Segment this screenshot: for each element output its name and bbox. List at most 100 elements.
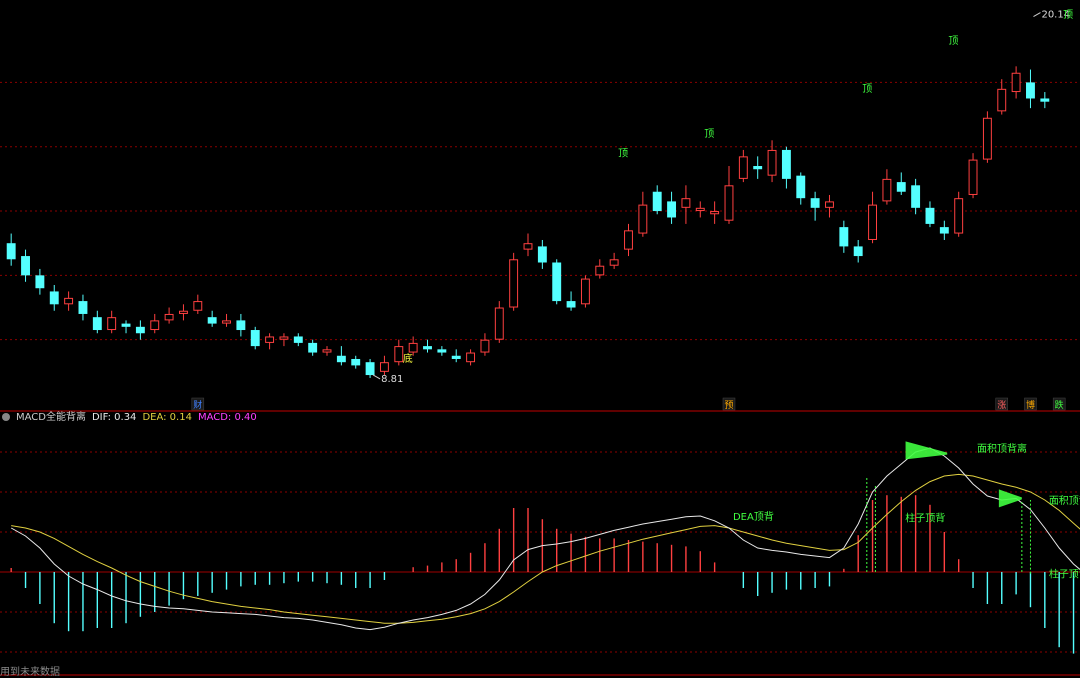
candle-body bbox=[667, 201, 677, 218]
candle-body bbox=[523, 243, 533, 250]
event-label: 涨 bbox=[997, 400, 1006, 411]
candle-body bbox=[49, 291, 59, 305]
candle-body bbox=[982, 117, 992, 160]
top-signal-label: 顶 bbox=[862, 83, 872, 95]
candle-body bbox=[64, 297, 74, 305]
top-signal-label: 顶 bbox=[618, 147, 628, 159]
candle-body bbox=[408, 342, 418, 353]
candle-body bbox=[939, 227, 949, 234]
event-label: 博 bbox=[1026, 399, 1035, 411]
candle-body bbox=[179, 310, 188, 314]
divergence-label: DEA顶背 bbox=[733, 510, 774, 523]
footer-note: 用到未来数据 bbox=[0, 667, 60, 678]
candle-body bbox=[753, 166, 763, 170]
divergence-label: 面积顶背离 bbox=[1049, 494, 1080, 507]
candle-body bbox=[207, 317, 217, 324]
candle-body bbox=[509, 259, 519, 308]
candle-body bbox=[121, 323, 131, 327]
event-label: 财 bbox=[193, 399, 202, 411]
candle-body bbox=[537, 246, 547, 263]
top-signal-label: 顶 bbox=[948, 35, 958, 47]
candle-body bbox=[911, 185, 921, 208]
candle-body bbox=[781, 149, 791, 179]
candle-body bbox=[35, 275, 45, 289]
divergence-label: 柱子顶背 bbox=[1049, 568, 1080, 581]
candle-body bbox=[222, 320, 231, 324]
dif-value: DIF: 0.34 bbox=[91, 412, 137, 423]
candle-body bbox=[954, 198, 964, 234]
candle-body bbox=[810, 198, 820, 208]
candles bbox=[6, 66, 1050, 378]
top-signal-label: 顶 bbox=[704, 128, 714, 140]
candle-body bbox=[293, 336, 303, 343]
candle-body bbox=[279, 336, 289, 340]
candle-body bbox=[1011, 72, 1021, 93]
candle-body bbox=[394, 346, 404, 363]
candle-body bbox=[135, 326, 145, 334]
candle-body bbox=[896, 182, 906, 192]
candle-body bbox=[21, 256, 30, 276]
candle-body bbox=[825, 201, 834, 208]
candle-body bbox=[997, 88, 1007, 112]
candle-body bbox=[624, 230, 633, 250]
candle-body bbox=[796, 175, 806, 199]
candle-body bbox=[365, 362, 375, 376]
candle-body bbox=[609, 259, 619, 266]
candle-body bbox=[451, 355, 461, 359]
low-marker-line bbox=[372, 374, 381, 380]
candle-body bbox=[494, 307, 504, 340]
candle-body bbox=[552, 262, 562, 302]
candle-body bbox=[638, 204, 648, 234]
candle-body bbox=[6, 243, 16, 260]
candle-body bbox=[437, 349, 447, 353]
divergence-label: 面积顶背离 bbox=[977, 442, 1027, 455]
candle-body bbox=[92, 317, 102, 331]
candle-body bbox=[1040, 98, 1050, 102]
candle-body bbox=[265, 336, 275, 343]
event-label: 跌 bbox=[1055, 400, 1064, 411]
candle-body bbox=[724, 185, 734, 221]
candle-body bbox=[710, 211, 720, 215]
macd-value: MACD: 0.40 bbox=[197, 412, 257, 423]
top-signal-label: 顶 bbox=[1063, 9, 1073, 21]
price-grid bbox=[0, 81, 1080, 341]
candle-body bbox=[107, 317, 117, 331]
candle-body bbox=[480, 339, 490, 353]
candle-body bbox=[968, 159, 978, 195]
stock-chart[interactable]: 20.148.81底顶顶顶顶顶财预涨博跌DEA顶背柱子顶背面积顶背离面积顶背离柱… bbox=[0, 0, 1080, 677]
candle-body bbox=[580, 278, 590, 305]
candle-body bbox=[236, 320, 246, 331]
candle-body bbox=[652, 191, 662, 212]
candle-body bbox=[839, 227, 849, 247]
macd-grid bbox=[0, 451, 1080, 653]
macd-legend: MACD全能背离 DIF: 0.34 DEA: 0.14 MACD: 0.40 bbox=[0, 411, 263, 425]
divergence-marker bbox=[905, 441, 948, 460]
candle-body bbox=[681, 198, 691, 208]
candle-body bbox=[925, 207, 935, 224]
candle-body bbox=[853, 246, 863, 257]
low-price-label: 8.81 bbox=[381, 374, 403, 385]
candle-body bbox=[738, 156, 748, 179]
candle-body bbox=[150, 320, 160, 331]
candle-body bbox=[250, 330, 260, 347]
indicator-name[interactable]: MACD全能背离 bbox=[16, 412, 86, 423]
event-label: 预 bbox=[724, 400, 733, 411]
candle-body bbox=[164, 313, 174, 321]
candle-body bbox=[336, 355, 346, 363]
candle-body bbox=[322, 349, 332, 353]
candle-body bbox=[566, 301, 576, 308]
candle-body bbox=[351, 358, 361, 366]
high-marker-line bbox=[1033, 12, 1041, 18]
dif-line bbox=[10, 447, 1080, 631]
candle-body bbox=[882, 178, 892, 202]
candle-body bbox=[379, 362, 389, 372]
candle-body bbox=[595, 265, 605, 276]
indicator-settings-icon[interactable] bbox=[2, 413, 10, 421]
dea-value: DEA: 0.14 bbox=[142, 412, 192, 423]
candle-body bbox=[868, 204, 877, 240]
candle-body bbox=[695, 207, 705, 212]
bottom-signal-label: 底 bbox=[403, 352, 413, 365]
divergence-label: 柱子顶背 bbox=[905, 512, 945, 525]
candle-body bbox=[193, 301, 203, 311]
dea-line bbox=[11, 473, 1080, 624]
